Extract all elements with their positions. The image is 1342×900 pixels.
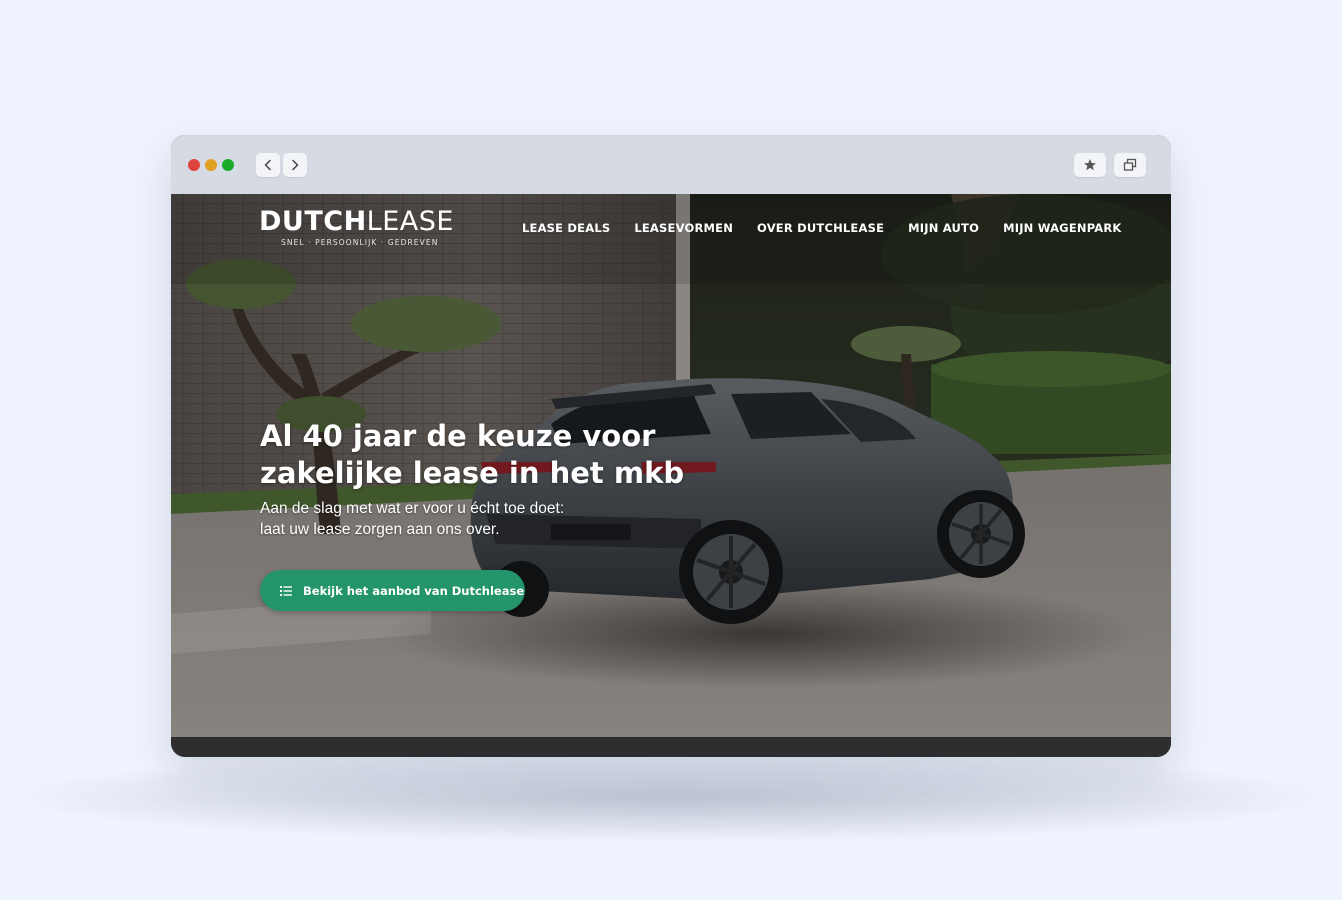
nav-item-mijn-auto[interactable]: MIJN AUTO (908, 221, 979, 235)
bookmark-button[interactable] (1074, 153, 1106, 177)
forward-button[interactable] (283, 153, 307, 177)
window-button[interactable] (1114, 153, 1146, 177)
hero-title-line-2: zakelijke lease in het mkb (260, 456, 685, 490)
back-button[interactable] (256, 153, 280, 177)
dutchlease-logo[interactable]: DUTCHLEASE SNEL · PERSOONLIJK · GEDREVEN (259, 208, 454, 248)
view-offer-button[interactable]: Bekijk het aanbod van Dutchlease (260, 570, 525, 611)
logo-wordmark: DUTCHLEASE (259, 208, 454, 236)
browser-window: DUTCHLEASE SNEL · PERSOONLIJK · GEDREVEN… (171, 135, 1171, 757)
hero-subtitle-line-1: Aan de slag met wat er voor u écht toe d… (260, 500, 565, 517)
nav-item-leasevormen[interactable]: LEASEVORMEN (634, 221, 733, 235)
star-icon (1084, 159, 1096, 171)
main-nav: LEASE DEALS LEASEVORMEN OVER DUTCHLEASE … (522, 221, 1146, 235)
logo-light-text: LEASE (366, 206, 454, 237)
window-restore-icon (1123, 158, 1137, 171)
hero-subtitle-line-2: laat uw lease zorgen aan ons over. (260, 521, 500, 538)
nav-item-lease-deals[interactable]: LEASE DEALS (522, 221, 610, 235)
hero-title-line-1: Al 40 jaar de keuze voor (260, 419, 656, 453)
page-viewport: DUTCHLEASE SNEL · PERSOONLIJK · GEDREVEN… (171, 194, 1171, 737)
hero-title: Al 40 jaar de keuze voor zakelijke lease… (260, 418, 684, 492)
site-header: DUTCHLEASE SNEL · PERSOONLIJK · GEDREVEN… (171, 194, 1171, 264)
browser-shadow (20, 752, 1322, 842)
nav-item-mijn-wagenpark[interactable]: MIJN WAGENPARK (1003, 221, 1121, 235)
logo-tagline: SNEL · PERSOONLIJK · GEDREVEN (281, 238, 439, 247)
chevron-right-icon (292, 159, 299, 171)
list-icon (280, 585, 292, 596)
browser-toolbar (171, 135, 1171, 194)
close-window-button[interactable] (188, 159, 200, 171)
hero-subtitle: Aan de slag met wat er voor u écht toe d… (260, 498, 684, 540)
logo-bold-text: DUTCH (259, 206, 367, 237)
chevron-left-icon (264, 159, 271, 171)
nav-item-over-dutchlease[interactable]: OVER DUTCHLEASE (757, 221, 884, 235)
hero-content: Al 40 jaar de keuze voor zakelijke lease… (260, 418, 684, 540)
view-offer-button-label: Bekijk het aanbod van Dutchlease (303, 583, 525, 598)
minimize-window-button[interactable] (205, 159, 217, 171)
stage: DUTCHLEASE SNEL · PERSOONLIJK · GEDREVEN… (0, 0, 1342, 900)
page-bottom-bar (171, 737, 1171, 757)
maximize-window-button[interactable] (222, 159, 234, 171)
